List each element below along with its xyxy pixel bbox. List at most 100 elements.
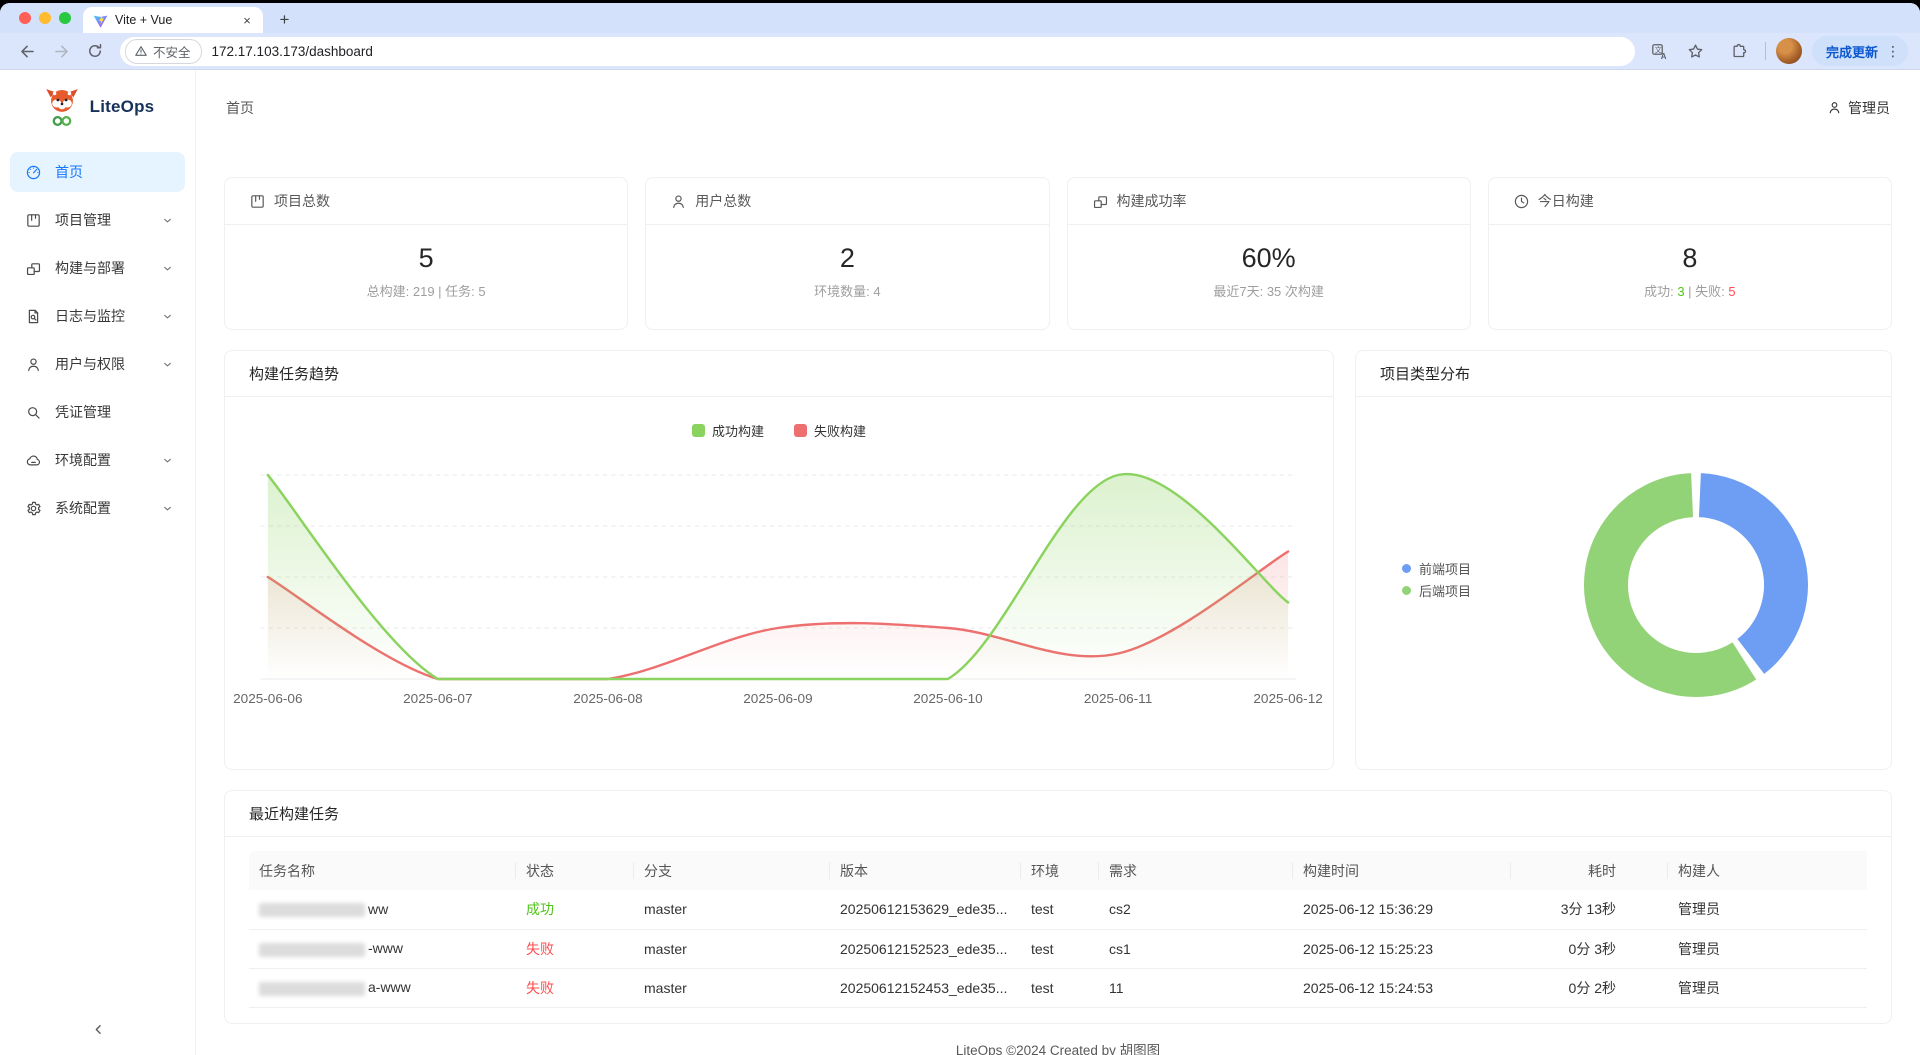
security-chip[interactable]: 不安全 <box>125 39 202 64</box>
browser-tab[interactable]: Vite + Vue × <box>83 7 263 33</box>
svg-text:2025-06-09: 2025-06-09 <box>743 691 812 706</box>
stat-title: 构建成功率 <box>1117 191 1187 211</box>
chevron-down-icon <box>162 359 173 370</box>
stat-sub-segment: 5 <box>1728 284 1735 299</box>
sidebar-item-2[interactable]: 构建与部署 <box>10 248 185 288</box>
chevron-down-icon <box>162 503 173 514</box>
cell-requirement: 11 <box>1099 968 1293 1007</box>
header-user-menu[interactable]: 管理员 <box>1827 98 1890 118</box>
table-row-2: a-www失败master20250612152453_ede35...test… <box>249 968 1867 1007</box>
cell-branch: master <box>634 968 830 1007</box>
column-header-0: 任务名称 <box>249 851 516 890</box>
stat-sub-segment: | <box>1685 284 1696 299</box>
cell-task-name: ww <box>249 890 516 929</box>
cell-status: 失败 <box>516 929 634 968</box>
sidebar-item-label: 日志与监控 <box>55 306 149 326</box>
clock-icon <box>1513 193 1530 210</box>
stat-sub-segment: 环境数量: 4 <box>814 284 880 299</box>
reload-icon[interactable] <box>80 36 110 66</box>
legend-dot-icon <box>1402 586 1411 595</box>
pie-legend-item-1[interactable]: 后端项目 <box>1402 579 1471 601</box>
browser-window: Vite + Vue × + 不安全 172.17.103.173/dashbo… <box>0 3 1920 1055</box>
liteops-panda-icon <box>41 86 83 128</box>
sidebar-item-6[interactable]: 环境配置 <box>10 440 185 480</box>
translate-icon[interactable]: 文A <box>1645 36 1675 66</box>
svg-text:2025-06-08: 2025-06-08 <box>573 691 642 706</box>
tab-close-icon[interactable]: × <box>239 13 255 28</box>
app-header: 首页 管理员 <box>196 70 1920 145</box>
column-header-8: 构建人 <box>1668 851 1867 890</box>
pie-chart-card: 项目类型分布 前端项目后端项目 <box>1355 350 1892 770</box>
legend-label: 失败构建 <box>814 421 866 440</box>
sidebar-item-label: 用户与权限 <box>55 354 149 374</box>
legend-item-1[interactable]: 失败构建 <box>794 421 866 439</box>
trend-legend: 成功构建 失败构建 <box>225 421 1333 439</box>
cell-status: 失败 <box>516 968 634 1007</box>
chevron-down-icon <box>162 455 173 466</box>
recent-builds-card: 最近构建任务 任务名称状态分支版本环境需求构建时间耗时构建人ww成功master… <box>224 790 1892 1024</box>
page-footer: LiteOps ©2024 Created by 胡图图 <box>196 1039 1920 1055</box>
browser-toolbar: 不安全 172.17.103.173/dashboard 文A 完成更新 ⋮ <box>0 33 1920 70</box>
sidebar-item-label: 项目管理 <box>55 210 149 230</box>
legend-swatch-icon <box>794 424 807 437</box>
stat-sub-segment: 成功: <box>1644 284 1677 299</box>
minimize-window-button[interactable] <box>39 12 51 24</box>
pie-chart-title: 项目类型分布 <box>1356 351 1891 397</box>
svg-text:2025-06-06: 2025-06-06 <box>233 691 302 706</box>
sidebar-item-3[interactable]: 日志与监控 <box>10 296 185 336</box>
stat-card-3: 今日构建8成功: 3 | 失败: 5 <box>1488 177 1892 330</box>
cell-build-time: 2025-06-12 15:24:53 <box>1293 968 1511 1007</box>
cell-task-name: -www <box>249 929 516 968</box>
project-icon <box>249 193 266 210</box>
legend-item-0[interactable]: 成功构建 <box>692 421 764 439</box>
deploy-icon <box>25 260 42 277</box>
maximize-window-button[interactable] <box>59 12 71 24</box>
sidebar-item-0[interactable]: 首页 <box>10 152 185 192</box>
column-header-2: 分支 <box>634 851 830 890</box>
profile-avatar[interactable] <box>1776 38 1802 64</box>
header-user-name: 管理员 <box>1848 98 1890 118</box>
user-icon <box>1827 100 1842 115</box>
user-icon <box>670 193 687 210</box>
chrome-update-button[interactable]: 完成更新 ⋮ <box>1812 36 1908 66</box>
bookmark-star-icon[interactable] <box>1681 36 1711 66</box>
extensions-icon[interactable] <box>1725 36 1755 66</box>
stat-sub-segment: 总构建: 219 | 任务: 5 <box>367 284 486 299</box>
sidebar-item-7[interactable]: 系统配置 <box>10 488 185 528</box>
sidebar-item-4[interactable]: 用户与权限 <box>10 344 185 384</box>
stat-title: 今日构建 <box>1538 191 1594 211</box>
credential-icon <box>25 404 42 421</box>
address-bar[interactable]: 不安全 172.17.103.173/dashboard <box>120 37 1635 66</box>
forward-icon[interactable] <box>46 36 76 66</box>
stat-value: 5 <box>225 243 627 274</box>
pie-legend-item-0[interactable]: 前端项目 <box>1402 557 1471 579</box>
log-icon <box>25 308 42 325</box>
legend-dot-icon <box>1402 564 1411 573</box>
cell-duration: 0分 3秒 <box>1511 929 1668 968</box>
chrome-menu-icon[interactable]: ⋮ <box>1886 43 1900 60</box>
sidebar-item-1[interactable]: 项目管理 <box>10 200 185 240</box>
new-tab-button[interactable]: + <box>272 7 297 32</box>
sidebar-collapse-button[interactable] <box>84 1015 112 1043</box>
app-logo[interactable]: LiteOps <box>0 70 195 144</box>
cell-task-name: a-www <box>249 968 516 1007</box>
breadcrumb[interactable]: 首页 <box>226 98 254 118</box>
sidebar-item-5[interactable]: 凭证管理 <box>10 392 185 432</box>
redacted-text <box>259 943 365 957</box>
chevron-down-icon <box>162 311 173 322</box>
stat-title: 项目总数 <box>274 191 330 211</box>
cell-branch: master <box>634 929 830 968</box>
stat-subtext: 成功: 3 | 失败: 5 <box>1489 281 1891 300</box>
recent-builds-title: 最近构建任务 <box>225 791 1891 837</box>
back-icon[interactable] <box>12 36 42 66</box>
security-label: 不安全 <box>153 42 191 61</box>
sidebar-item-label: 首页 <box>55 162 173 182</box>
url-text: 172.17.103.173/dashboard <box>212 44 373 59</box>
stat-card-1: 用户总数2环境数量: 4 <box>645 177 1049 330</box>
close-window-button[interactable] <box>19 12 31 24</box>
stat-value: 2 <box>646 243 1048 274</box>
cell-env: test <box>1021 929 1099 968</box>
cell-env: test <box>1021 968 1099 1007</box>
traffic-lights <box>19 12 71 24</box>
trend-chart: 2025-06-062025-06-072025-06-082025-06-09… <box>225 439 1333 736</box>
